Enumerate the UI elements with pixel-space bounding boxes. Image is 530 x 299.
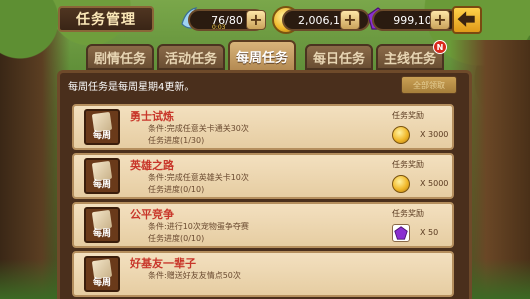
weekly-scroll-icon: 每周 xyxy=(84,158,120,194)
back-arrow-icon xyxy=(457,11,475,27)
quest-type-tag: 每周 xyxy=(92,278,111,288)
quest-name: 英雄之路 xyxy=(130,159,174,172)
quest-list[interactable]: 每周 勇士试炼 条件:完成任意关卡通关30次 任务进度(1/30) 任务奖励 X… xyxy=(64,98,464,299)
quest-condition: 条件:赠送好友友情点50次 xyxy=(148,271,241,280)
tab-daily-quests[interactable]: 每日任务 xyxy=(305,44,373,70)
tab-event-quests[interactable]: 活动任务 xyxy=(157,44,225,70)
tab-main-quests-label: 主线任务 xyxy=(383,51,436,67)
quest-progress: 任务进度(1/30) xyxy=(148,136,205,145)
reward-label: 任务奖励 xyxy=(392,111,424,120)
quest-name: 勇士试炼 xyxy=(130,110,174,123)
add-gem-button[interactable]: + xyxy=(430,10,450,30)
reward-label: 任务奖励 xyxy=(392,209,424,218)
energy-timer: 0:03 xyxy=(212,24,226,31)
reward-quantity: X 3000 xyxy=(420,130,449,139)
add-gold-button[interactable]: + xyxy=(340,10,360,30)
quest-item[interactable]: 每周 勇士试炼 条件:完成任意关卡通关30次 任务进度(1/30) 任务奖励 X… xyxy=(72,104,454,150)
quest-item[interactable]: 每周 英雄之路 条件:完成任意英雄关卡10次 任务进度(0/10) 任务奖励 X… xyxy=(72,153,454,199)
quest-item[interactable]: 每周 公平竞争 条件:进行10次宠物蛋争夺赛 任务进度(0/10) 任务奖励 X… xyxy=(72,202,454,248)
page-title: 任务管理 xyxy=(58,6,154,32)
quest-progress: 任务进度(0/10) xyxy=(148,234,205,243)
weekly-scroll-icon: 每周 xyxy=(84,207,120,243)
tab-story-quests[interactable]: 剧情任务 xyxy=(86,44,154,70)
weekly-refresh-notice: 每周任务是每周星期4更新。 xyxy=(68,82,195,93)
reward-quantity: X 50 xyxy=(420,228,439,237)
weekly-scroll-icon: 每周 xyxy=(84,256,120,292)
back-button[interactable] xyxy=(452,6,482,34)
new-badge: N xyxy=(433,40,447,54)
quest-progress: 任务进度(0/10) xyxy=(148,185,205,194)
quest-condition: 条件:进行10次宠物蛋争夺赛 xyxy=(148,222,249,231)
purple-gem-glyph-icon xyxy=(394,226,408,240)
purple-gem-icon xyxy=(392,224,410,242)
gold-coin-icon xyxy=(392,126,410,144)
quest-type-tag: 每周 xyxy=(92,229,111,239)
quest-name: 公平竞争 xyxy=(130,208,174,221)
quest-type-tag: 每周 xyxy=(92,180,111,190)
tab-main-quests[interactable]: 主线任务 N xyxy=(376,40,447,70)
reward-label: 任务奖励 xyxy=(392,160,424,169)
quest-type-tag: 每周 xyxy=(92,131,111,141)
quest-item[interactable]: 每周 好基友一辈子 条件:赠送好友友情点50次 xyxy=(72,251,454,297)
quest-condition: 条件:完成任意英雄关卡10次 xyxy=(148,173,249,182)
reward-quantity: X 5000 xyxy=(420,179,449,188)
weekly-scroll-icon: 每周 xyxy=(84,109,120,145)
quest-name: 好基友一辈子 xyxy=(130,257,196,270)
tab-weekly-quests[interactable]: 每周任务 xyxy=(228,40,296,72)
gold-coin-icon xyxy=(392,175,410,193)
add-energy-button[interactable]: + xyxy=(246,10,266,30)
quest-condition: 条件:完成任意关卡通关30次 xyxy=(148,124,249,133)
collect-all-button[interactable]: 全部领取 xyxy=(401,76,457,94)
